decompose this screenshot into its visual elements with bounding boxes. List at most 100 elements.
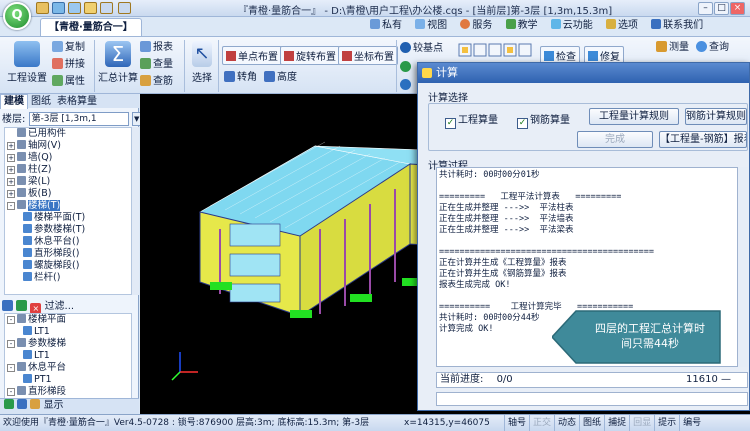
copy-button[interactable]: 复制	[52, 41, 85, 54]
status-toggle[interactable]: 编号	[679, 415, 704, 431]
expand-icon[interactable]: +	[7, 142, 15, 150]
collapse-icon[interactable]: -	[7, 364, 15, 372]
tree-item[interactable]: 已用构件	[5, 128, 131, 140]
status-toggle[interactable]: 动态	[554, 415, 579, 431]
done-button[interactable]: 完成	[577, 131, 653, 148]
report-button[interactable]: 报表	[140, 41, 173, 54]
height-button[interactable]: 高度	[264, 71, 297, 84]
tree-item[interactable]: + 轴网(V)	[5, 140, 131, 152]
status-toggle[interactable]: 正交	[529, 415, 554, 431]
tool-icon[interactable]	[2, 300, 13, 311]
tree-item[interactable]: LT1	[5, 350, 131, 362]
tab-table-quantity[interactable]: 表格算量	[54, 95, 100, 109]
check-base-button[interactable]: 较基点	[400, 42, 443, 55]
combine-button[interactable]: 拼接	[52, 58, 85, 71]
cursor-icon: ↖	[192, 41, 212, 67]
tree-item[interactable]: 螺旋梯段()	[5, 260, 131, 272]
maximize-button[interactable]: □	[714, 2, 729, 15]
redo-icon[interactable]	[118, 2, 131, 14]
status-toggle[interactable]: 回显	[629, 415, 654, 431]
status-toggle[interactable]: 捕捉	[604, 415, 629, 431]
tree-item[interactable]: + 梁(L)	[5, 176, 131, 188]
tree-item[interactable]: 直形梯段()	[5, 248, 131, 260]
turn-corner-button[interactable]: 转角	[224, 71, 257, 84]
tree-item[interactable]: + 板(B)	[5, 188, 131, 200]
rebar-checkbox[interactable]: ✓ 钢筋算量	[517, 111, 570, 129]
refresh-icon[interactable]	[4, 399, 14, 409]
edit-icon[interactable]	[17, 399, 28, 409]
status-toggle[interactable]: 轴号	[504, 415, 529, 431]
view-rebar-button[interactable]: 查筋	[140, 75, 173, 88]
tree-item[interactable]: 休息平台()	[5, 236, 131, 248]
menu-teach[interactable]: 教学	[504, 18, 540, 34]
tab-drawings[interactable]: 图纸	[28, 95, 54, 109]
status-toggle[interactable]: 提示	[654, 415, 679, 431]
floor-select[interactable]: 第-3层 [1,3m,1	[28, 112, 129, 126]
coord-place-button[interactable]: 坐标布置	[338, 46, 398, 65]
brush-icon[interactable]	[30, 399, 41, 409]
expand-icon[interactable]: +	[7, 178, 15, 186]
close-button[interactable]: ×	[730, 2, 745, 15]
select-button[interactable]: ↖ 选择	[188, 41, 216, 84]
calc-summary-button[interactable]: Σ 汇总计算	[98, 41, 138, 84]
tree-item[interactable]: - 参数楼梯	[5, 338, 131, 350]
menu-view[interactable]: 视图	[413, 18, 449, 34]
query-button[interactable]: 查量	[140, 58, 173, 71]
menu-options[interactable]: 选项	[604, 18, 640, 34]
tree-scrollbar[interactable]	[131, 127, 139, 295]
lookup-button[interactable]: 查询	[696, 41, 729, 54]
tree-item[interactable]: - 楼梯平面	[5, 314, 131, 326]
minimize-button[interactable]: –	[698, 2, 713, 15]
collapse-icon[interactable]: -	[7, 388, 15, 396]
quantity-checkbox[interactable]: ✓ 工程算量	[445, 111, 498, 129]
project-settings-button[interactable]: 工程设置	[6, 41, 48, 84]
single-point-button[interactable]: 单点布置	[222, 46, 282, 65]
dialog-titlebar[interactable]: 计算	[418, 63, 749, 83]
tree-item[interactable]: 参数楼梯(T)	[5, 224, 131, 236]
collapse-icon[interactable]: -	[7, 202, 15, 210]
app-logo[interactable]: Q	[3, 2, 31, 30]
ribbon-tab-main[interactable]: 【青橙·量筋合一】	[40, 18, 142, 36]
tree-item[interactable]: - 楼梯(T)	[5, 200, 131, 212]
menu-service[interactable]: 服务	[458, 18, 494, 34]
expand-icon[interactable]: +	[7, 190, 15, 198]
log-scrollbar[interactable]	[737, 167, 748, 367]
expand-icon[interactable]: +	[7, 154, 15, 162]
report-button-dialog[interactable]: 【工程量-钢筋】报表	[659, 131, 747, 148]
undo-icon[interactable]	[100, 2, 113, 14]
filter-input[interactable]: 过滤...	[45, 301, 75, 312]
tree-item[interactable]: + 墙(Q)	[5, 152, 131, 164]
add-icon[interactable]	[16, 300, 28, 311]
view-cube-strip	[458, 43, 532, 57]
tab-modeling[interactable]: 建模	[0, 94, 28, 109]
ribbon-aux-button[interactable]	[400, 61, 413, 74]
tree-item-label: 柱(Z)	[28, 164, 52, 175]
menu-private[interactable]: 私有	[368, 18, 404, 34]
quantity-rules-button[interactable]: 工程量计算规则	[589, 108, 679, 125]
tree-item[interactable]: + 柱(Z)	[5, 164, 131, 176]
new-file-icon[interactable]	[36, 2, 49, 14]
menu-cloud[interactable]: 云功能	[549, 18, 595, 34]
progress-count: 11610 —	[686, 374, 731, 385]
save-icon[interactable]	[52, 2, 65, 14]
status-toggle[interactable]: 图纸	[579, 415, 604, 431]
collapse-icon[interactable]: -	[7, 340, 15, 348]
tree-item[interactable]: 楼梯平面(T)	[5, 212, 131, 224]
tree-item[interactable]: LT1	[5, 326, 131, 338]
collapse-icon[interactable]: -	[7, 316, 15, 324]
tree-item[interactable]: - 休息平台	[5, 362, 131, 374]
show-button[interactable]: 显示	[44, 400, 64, 411]
expand-icon[interactable]: +	[7, 166, 15, 174]
measure-button[interactable]: 测量	[656, 41, 689, 54]
print-icon[interactable]	[68, 2, 81, 14]
open-icon[interactable]	[84, 2, 97, 14]
menu-contact[interactable]: 联系我们	[649, 18, 705, 34]
rebar-rules-button[interactable]: 钢筋计算规则	[685, 108, 747, 125]
view-cube-icons[interactable]	[458, 43, 534, 57]
tree-item[interactable]: PT1	[5, 374, 131, 386]
tree-item[interactable]: 栏杆()	[5, 272, 131, 284]
rotate-place-button[interactable]: 旋转布置	[280, 46, 340, 65]
tree-item[interactable]: - 直形梯段	[5, 386, 131, 398]
ribbon-aux2-button[interactable]	[400, 79, 413, 92]
props-button[interactable]: 属性	[52, 75, 85, 88]
